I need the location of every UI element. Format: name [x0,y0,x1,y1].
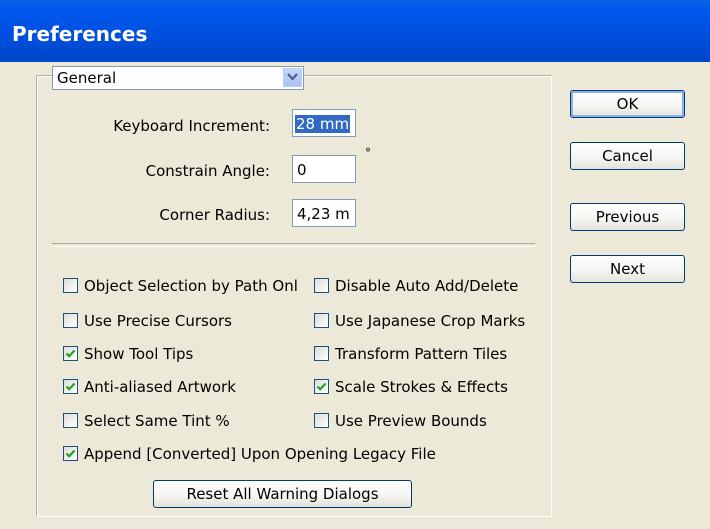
chevron-down-icon [287,73,298,81]
checkbox-box[interactable] [63,413,78,428]
constrain-angle-label: Constrain Angle: [145,162,270,180]
checkbox-box[interactable] [314,313,329,328]
checkmark-icon [316,382,327,391]
checkbox-box[interactable] [314,379,329,394]
checkbox-label: Transform Pattern Tiles [335,345,508,363]
checkbox-box[interactable] [314,413,329,428]
reset-warning-dialogs-button[interactable]: Reset All Warning Dialogs [153,480,412,508]
keyboard-increment-input[interactable]: 28 mm [292,109,356,137]
title-bar[interactable]: Preferences [0,0,710,62]
checkmark-icon [65,449,76,458]
next-button[interactable]: Next [570,255,685,283]
checkbox-label: Anti-aliased Artwork [84,378,236,396]
checkbox-box[interactable] [63,379,78,394]
constrain-angle-input[interactable]: 0 [292,155,356,183]
ok-button[interactable]: OK [570,90,685,118]
checkbox-label: Select Same Tint % [84,412,230,430]
checkbox-label: Object Selection by Path Onl [84,277,298,295]
constrain-angle-value: 0 [297,161,307,179]
corner-radius-value: 4,23 m [297,205,350,223]
degree-unit: ° [365,146,371,160]
checkmark-icon [65,382,76,391]
checkbox-label: Scale Strokes & Effects [335,378,508,396]
checkmark-icon [65,349,76,358]
category-dropdown-value: General [57,69,117,87]
checkbox-label: Use Preview Bounds [335,412,487,430]
checkbox-box[interactable] [314,346,329,361]
checkbox-box[interactable] [63,313,78,328]
checkbox-label: Use Japanese Crop Marks [335,312,526,330]
checkbox-label: Show Tool Tips [84,345,194,363]
window-title: Preferences [12,22,148,46]
previous-button[interactable]: Previous [570,203,685,231]
checkbox-box[interactable] [63,278,78,293]
keyboard-increment-label: Keyboard Increment: [113,117,270,135]
separator [52,243,535,247]
corner-radius-input[interactable]: 4,23 m [292,199,356,227]
corner-radius-label: Corner Radius: [159,206,270,224]
category-dropdown[interactable]: General [52,66,304,90]
keyboard-increment-value: 28 mm [295,115,351,133]
checkbox-box[interactable] [314,278,329,293]
checkbox-label: Use Precise Cursors [84,312,232,330]
dropdown-arrow-button[interactable] [283,68,302,87]
checkbox-label: Append [Converted] Upon Opening Legacy F… [84,445,436,463]
checkbox-box[interactable] [63,446,78,461]
checkbox-box[interactable] [63,346,78,361]
cancel-button[interactable]: Cancel [570,142,685,170]
checkbox-label: Disable Auto Add/Delete [335,277,519,295]
